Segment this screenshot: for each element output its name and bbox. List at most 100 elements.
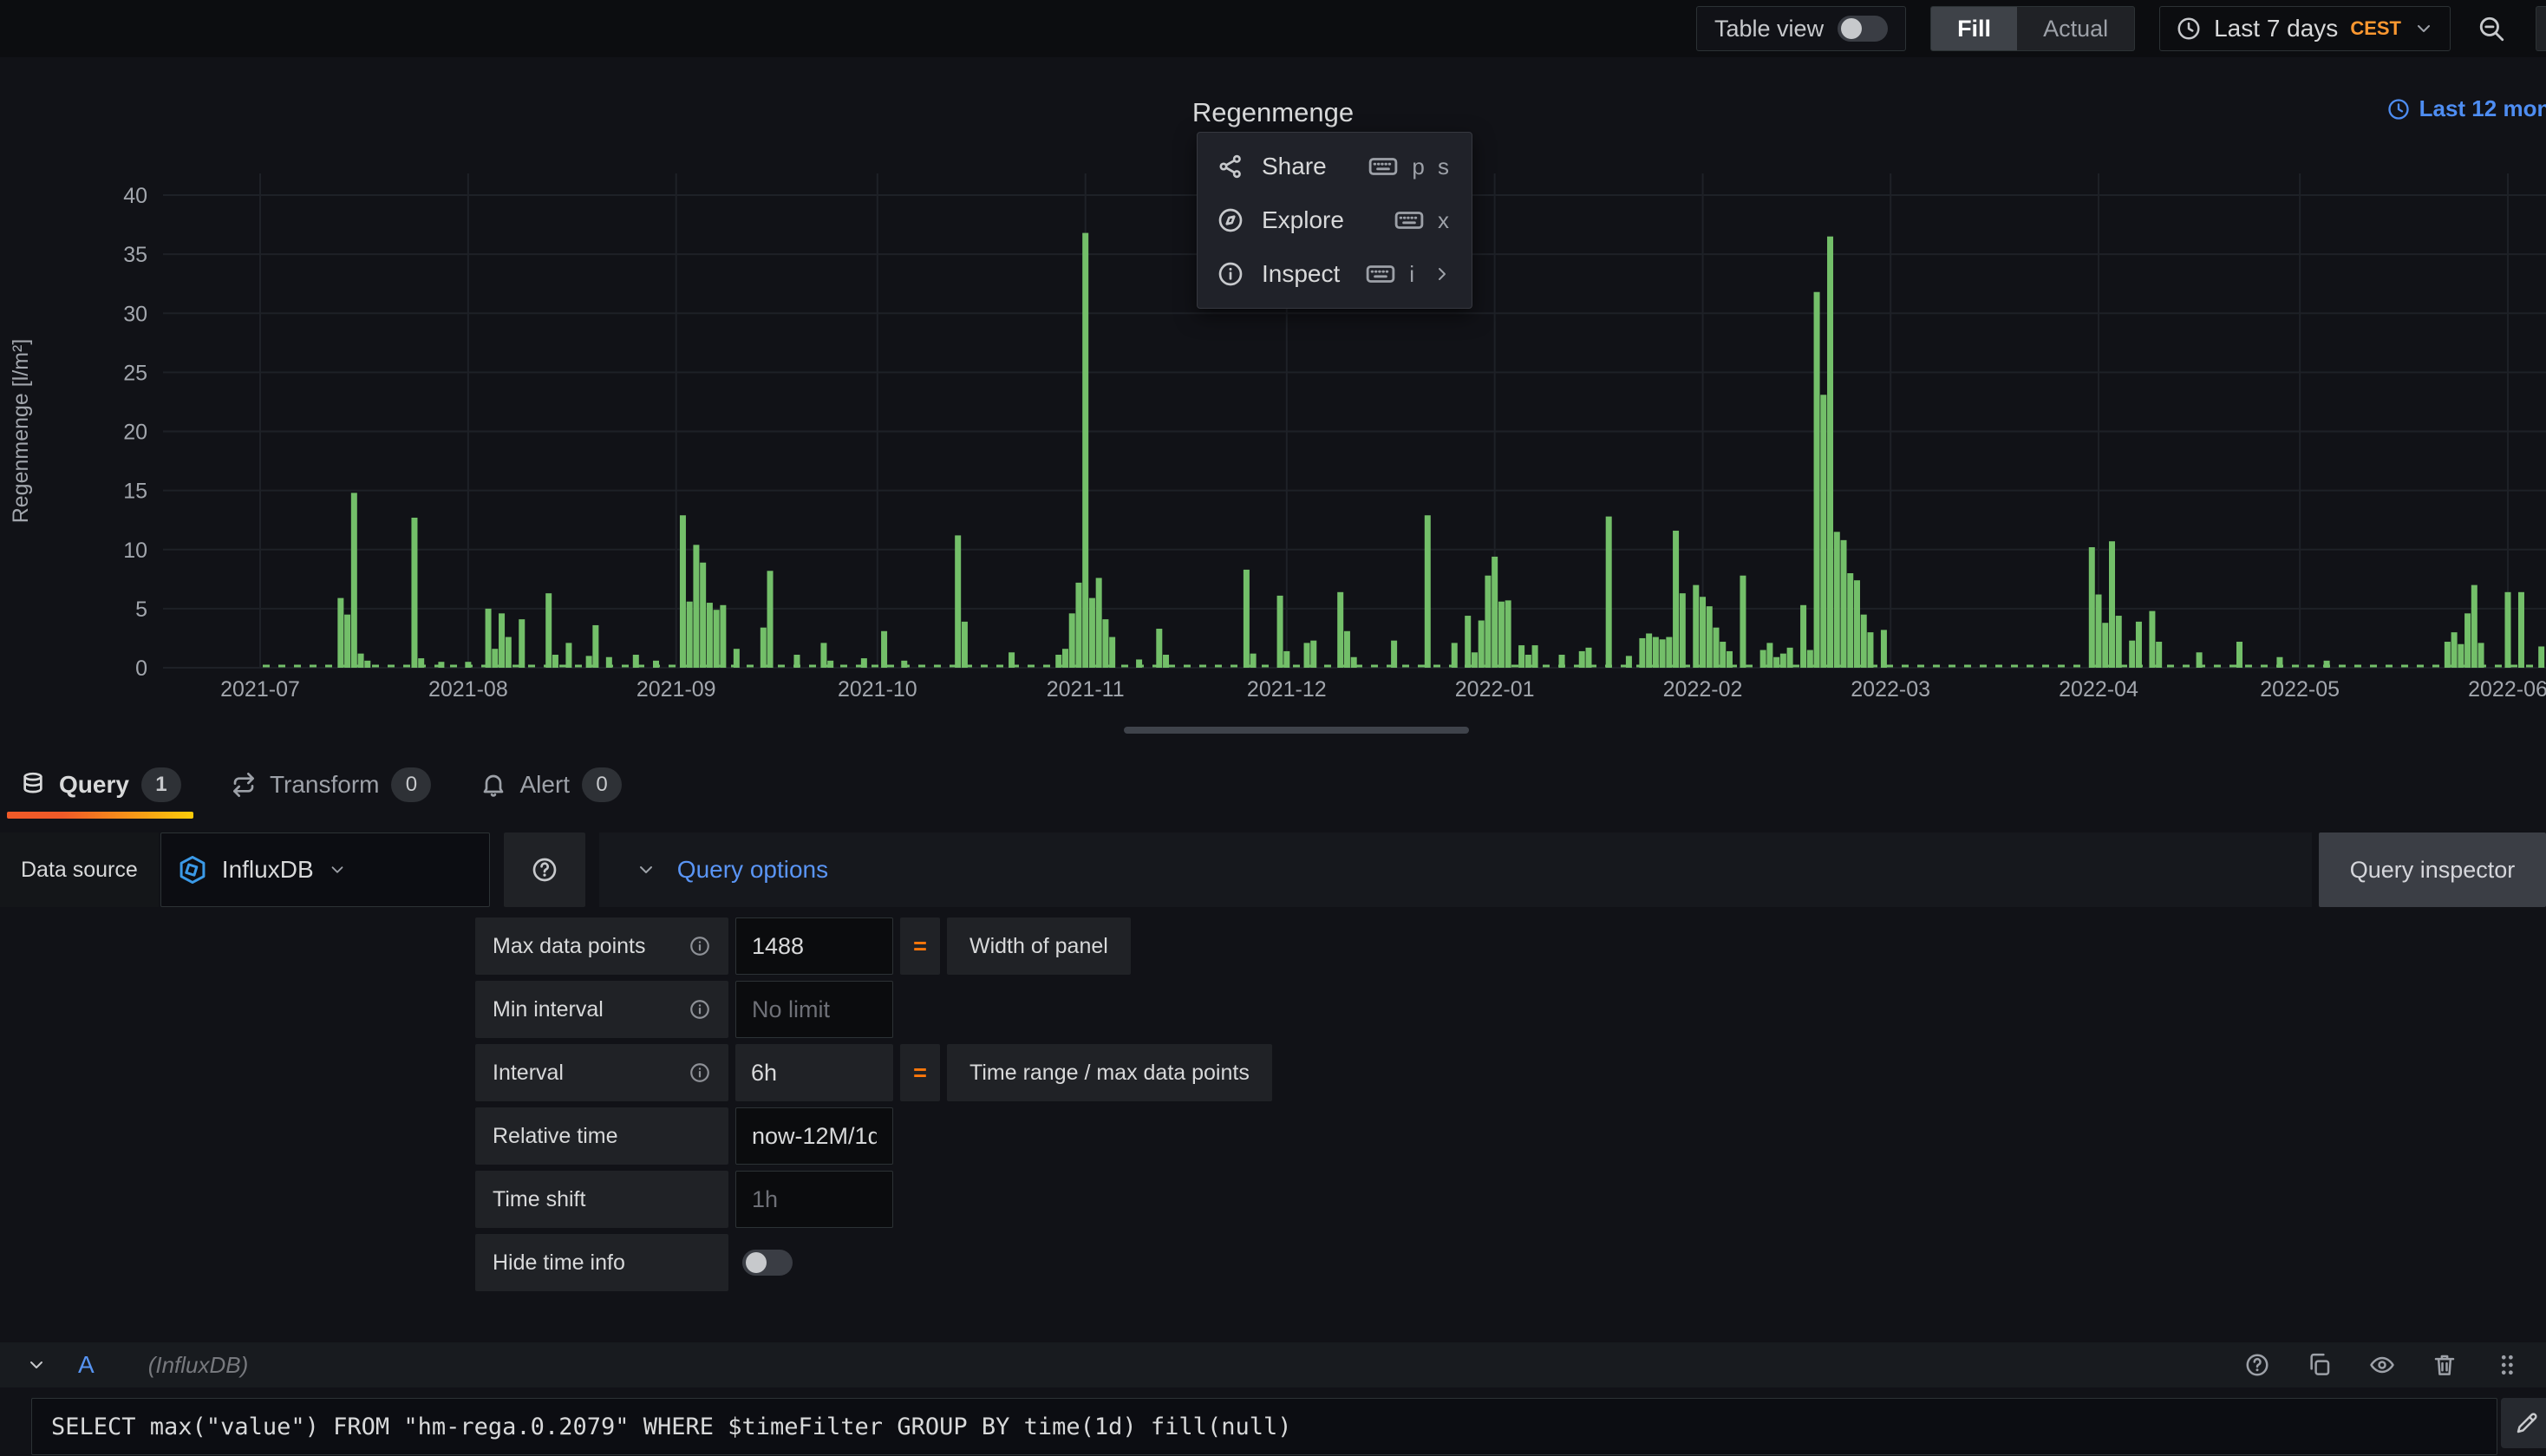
rain-bar[interactable]	[1337, 592, 1343, 668]
rain-bar[interactable]	[1505, 600, 1511, 668]
rain-bar[interactable]	[1069, 613, 1075, 668]
rain-bar[interactable]	[1740, 576, 1746, 668]
rain-bar[interactable]	[418, 658, 424, 668]
menu-item-inspect[interactable]: Inspecti	[1198, 247, 1472, 301]
rain-bar[interactable]	[1250, 654, 1257, 668]
rain-bar[interactable]	[687, 602, 693, 668]
rain-bar[interactable]	[1820, 395, 1826, 668]
menu-item-share[interactable]: Sharep s	[1198, 140, 1472, 193]
time-override-link[interactable]: Last 12 mont	[2386, 95, 2546, 122]
rain-bar[interactable]	[1639, 638, 1645, 668]
hide-time-info-toggle[interactable]	[742, 1250, 793, 1276]
rain-bar[interactable]	[492, 649, 498, 668]
tab-query[interactable]: Query1	[19, 751, 181, 819]
trash-icon[interactable]	[2432, 1352, 2458, 1378]
rain-bar[interactable]	[1351, 657, 1357, 668]
rain-bar[interactable]	[1727, 651, 1733, 668]
rain-bar[interactable]	[2089, 547, 2095, 668]
rain-bar[interactable]	[337, 598, 343, 668]
rain-bar[interactable]	[1156, 629, 1162, 668]
rain-bar[interactable]	[1861, 615, 1867, 668]
rain-bar[interactable]	[2116, 616, 2122, 668]
rain-bar[interactable]	[1465, 616, 1471, 668]
eye-icon[interactable]	[2369, 1352, 2395, 1378]
rain-bar[interactable]	[1075, 583, 1081, 668]
rain-bar[interactable]	[734, 649, 740, 668]
option-input-0[interactable]	[735, 917, 893, 975]
rain-bar[interactable]	[700, 563, 706, 668]
rain-bar[interactable]	[2471, 585, 2477, 668]
rain-bar[interactable]	[1606, 517, 1612, 668]
rain-bar[interactable]	[2451, 632, 2458, 668]
rain-bar[interactable]	[1847, 573, 1853, 668]
rain-bar[interactable]	[2445, 642, 2451, 668]
query-ref-id[interactable]: A	[78, 1351, 95, 1379]
time-range-picker[interactable]: Last 7 days CEST	[2159, 6, 2451, 51]
rain-bar[interactable]	[1479, 621, 1485, 669]
rain-bar[interactable]	[1881, 630, 1887, 668]
rain-bar[interactable]	[1660, 639, 1666, 668]
rain-bar[interactable]	[881, 631, 887, 668]
rain-bar[interactable]	[2149, 611, 2155, 668]
rain-bar[interactable]	[2505, 592, 2511, 668]
rain-bar[interactable]	[1760, 650, 1766, 668]
rain-bar[interactable]	[1713, 628, 1719, 668]
actual-button[interactable]: Actual	[2017, 7, 2134, 50]
rain-bar[interactable]	[1009, 652, 1015, 668]
rain-bar[interactable]	[1700, 597, 1706, 668]
rain-bar[interactable]	[1780, 654, 1786, 668]
rain-bar[interactable]	[1498, 602, 1505, 668]
rain-bar[interactable]	[1720, 642, 1726, 668]
rain-bar[interactable]	[714, 610, 720, 668]
rain-bar[interactable]	[1814, 292, 1820, 668]
rain-bar[interactable]	[2109, 541, 2115, 668]
rain-bar[interactable]	[2478, 643, 2484, 668]
option-input-3[interactable]	[735, 1107, 893, 1165]
sql-query-input[interactable]	[51, 1414, 2477, 1440]
rain-bar[interactable]	[2464, 613, 2471, 668]
rain-bar[interactable]	[720, 605, 726, 668]
rain-bar[interactable]	[1055, 655, 1061, 668]
rain-bar[interactable]	[1492, 557, 1498, 668]
datasource-select[interactable]: InfluxDB	[160, 832, 490, 907]
tab-transform[interactable]: Transform0	[230, 751, 432, 819]
rain-bar[interactable]	[1807, 650, 1813, 668]
rain-bar[interactable]	[2156, 642, 2162, 668]
rain-bar[interactable]	[2096, 595, 2102, 668]
tab-alert[interactable]: Alert0	[480, 751, 622, 819]
horizontal-scrollbar[interactable]	[1124, 727, 1469, 734]
rain-bar[interactable]	[1109, 637, 1115, 668]
rain-bar[interactable]	[1452, 643, 1458, 668]
rain-bar[interactable]	[1391, 641, 1397, 668]
rain-bar[interactable]	[545, 593, 552, 668]
rain-bar[interactable]	[358, 654, 364, 668]
rain-bar[interactable]	[486, 609, 492, 668]
rain-bar[interactable]	[1102, 619, 1108, 668]
option-input-1[interactable]	[735, 981, 893, 1038]
rain-bar[interactable]	[552, 655, 558, 668]
rain-bar[interactable]	[1841, 540, 1847, 668]
rain-bar[interactable]	[633, 655, 639, 668]
rain-bar[interactable]	[499, 613, 505, 668]
rain-bar[interactable]	[519, 619, 525, 668]
rain-bar[interactable]	[2197, 652, 2203, 668]
rain-bar[interactable]	[1344, 631, 1350, 668]
rain-bar[interactable]	[1472, 652, 1478, 668]
rain-bar[interactable]	[1579, 651, 1585, 668]
rain-bar[interactable]	[2236, 642, 2242, 668]
rain-bar[interactable]	[1854, 580, 1860, 668]
rain-bar[interactable]	[506, 637, 512, 668]
rain-bar[interactable]	[565, 643, 571, 668]
rain-bar[interactable]	[2458, 644, 2464, 668]
rain-bar[interactable]	[767, 571, 774, 668]
rain-bar[interactable]	[1559, 655, 1565, 668]
rain-bar[interactable]	[2136, 622, 2142, 668]
rain-bar[interactable]	[1310, 641, 1316, 668]
rain-bar[interactable]	[962, 622, 968, 668]
rain-bar[interactable]	[793, 655, 800, 668]
rain-bar[interactable]	[351, 493, 357, 668]
rain-bar[interactable]	[1283, 651, 1289, 668]
rain-bar[interactable]	[693, 545, 699, 668]
rain-bar[interactable]	[1693, 585, 1699, 668]
rain-bar[interactable]	[2129, 641, 2135, 668]
